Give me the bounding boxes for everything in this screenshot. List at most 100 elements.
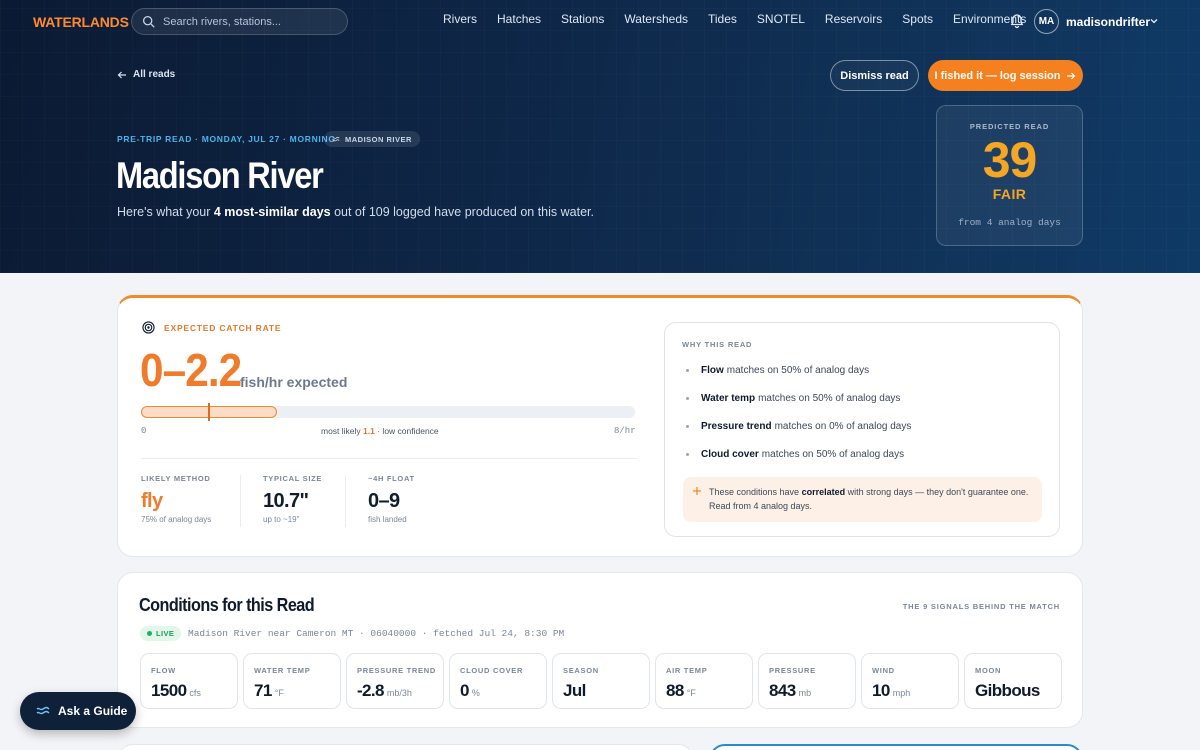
arrow-left-icon bbox=[117, 71, 126, 78]
condition-tile-flow[interactable]: FLOW 1500 cfs bbox=[140, 653, 238, 709]
avatar[interactable]: MA bbox=[1034, 9, 1059, 34]
tile-value: Jul bbox=[563, 681, 649, 701]
nav-link-stations[interactable]: Stations bbox=[561, 12, 604, 26]
condition-tile-pressure[interactable]: PRESSURE 843 mb bbox=[758, 653, 856, 709]
stat-likely-method: LIKELY METHOD fly 75% of analog days bbox=[141, 474, 211, 524]
disclaimer-note: These conditions have correlated with st… bbox=[683, 477, 1042, 522]
river-chip-label: MADISON RIVER bbox=[345, 134, 412, 144]
stat-sub: up to ~19" bbox=[263, 515, 300, 524]
stat-value: fly bbox=[141, 490, 163, 512]
nav-link-snotel[interactable]: SNOTEL bbox=[757, 12, 805, 26]
condition-tile-water-temp[interactable]: WATER TEMP 71 °F bbox=[243, 653, 341, 709]
tile-unit: °F bbox=[686, 688, 696, 698]
target-icon bbox=[142, 321, 155, 334]
tile-value: Gibbous bbox=[975, 681, 1061, 701]
tile-unit: °F bbox=[274, 688, 284, 698]
tile-number: 843 bbox=[769, 681, 796, 700]
bullet-icon bbox=[686, 425, 689, 428]
most-likely-label: most likely 1.1 · low confidence bbox=[321, 426, 439, 436]
divider bbox=[345, 475, 346, 527]
back-link[interactable]: All reads bbox=[117, 69, 175, 80]
tile-label: CLOUD COVER bbox=[460, 666, 524, 675]
wave-icon bbox=[36, 706, 50, 715]
next-card-right bbox=[709, 744, 1083, 750]
stat-value: 0–9 bbox=[368, 490, 400, 512]
bullet-icon bbox=[686, 397, 689, 400]
tile-number: Gibbous bbox=[975, 681, 1040, 700]
dismiss-read-button[interactable]: Dismiss read bbox=[830, 60, 919, 91]
tile-value: -2.8 mb/3h bbox=[357, 681, 443, 701]
wave-icon bbox=[332, 136, 340, 142]
ask-guide-label: Ask a Guide bbox=[58, 704, 128, 718]
predicted-grade: FAIR bbox=[992, 186, 1027, 202]
why-this-read-panel: WHY THIS READ Flow matches on 50% of anal… bbox=[664, 322, 1060, 537]
condition-tile-air-temp[interactable]: AIR TEMP 88 °F bbox=[655, 653, 753, 709]
tile-value: 88 °F bbox=[666, 681, 752, 701]
tile-number: 10 bbox=[872, 681, 890, 700]
condition-tile-wind[interactable]: WIND 10 mph bbox=[861, 653, 959, 709]
logo[interactable]: WATERLANDS bbox=[33, 14, 129, 30]
why-row-label: Flow bbox=[701, 365, 724, 376]
bullet-icon bbox=[686, 453, 689, 456]
condition-tile-cloud-cover[interactable]: CLOUD COVER 0% bbox=[449, 653, 547, 709]
subtitle-prefix: Here's what your bbox=[117, 205, 214, 219]
sparkle-icon bbox=[693, 487, 701, 495]
nav-link-hatches[interactable]: Hatches bbox=[497, 12, 541, 26]
predicted-read-card: PREDICTED READ 39 FAIR from 4 analog day… bbox=[936, 105, 1083, 246]
username[interactable]: madisondrifter bbox=[1066, 15, 1150, 29]
live-dot-icon bbox=[147, 631, 152, 636]
tile-number: 71 bbox=[254, 681, 272, 700]
tile-label: FLOW bbox=[151, 666, 176, 675]
conditions-card: Conditions for this Read THE 9 SIGNALS B… bbox=[117, 572, 1083, 728]
catch-rate-value: 0–2.2 bbox=[140, 344, 242, 396]
stat-label: LIKELY METHOD bbox=[141, 474, 211, 483]
tile-number: Jul bbox=[563, 681, 586, 700]
tile-number: 1500 bbox=[151, 681, 187, 700]
why-row: Flow matches on 50% of analog days bbox=[686, 365, 869, 376]
why-row: Cloud cover matches on 50% of analog days bbox=[686, 449, 904, 460]
search-input[interactable] bbox=[163, 15, 343, 28]
river-chip[interactable]: MADISON RIVER bbox=[324, 131, 420, 147]
nav-link-reservoirs[interactable]: Reservoirs bbox=[825, 12, 882, 26]
chevron-down-icon[interactable] bbox=[1148, 15, 1160, 27]
log-session-button[interactable]: I fished it — log session bbox=[928, 60, 1083, 91]
conditions-title: Conditions for this Read bbox=[139, 595, 315, 615]
divider bbox=[240, 475, 241, 527]
catch-rate-header: EXPECTED CATCH RATE bbox=[142, 321, 281, 334]
stat-sub: fish landed bbox=[368, 515, 407, 524]
note-prefix: These conditions have bbox=[709, 487, 802, 497]
ask-guide-button[interactable]: Ask a Guide bbox=[20, 692, 136, 730]
tile-label: PRESSURE TREND bbox=[357, 666, 436, 675]
subtitle-bold: 4 most-similar days bbox=[213, 205, 331, 219]
stat-typical-size: TYPICAL SIZE 10.7" up to ~19" bbox=[263, 474, 322, 524]
condition-tile-moon[interactable]: MOON Gibbous bbox=[964, 653, 1062, 709]
catch-rate-header-label: EXPECTED CATCH RATE bbox=[164, 322, 282, 333]
tile-unit: mb/3h bbox=[386, 688, 412, 698]
predicted-from: from 4 analog days bbox=[958, 217, 1061, 228]
why-row: Water temp matches on 50% of analog days bbox=[686, 393, 900, 404]
predicted-read-label: PREDICTED READ bbox=[969, 122, 1050, 131]
tile-value: 843 mb bbox=[769, 681, 855, 701]
nav-link-rivers[interactable]: Rivers bbox=[443, 12, 477, 26]
tile-number: -2.8 bbox=[357, 681, 385, 700]
tile-unit: mb bbox=[798, 688, 812, 698]
condition-tile-season[interactable]: SEASON Jul bbox=[552, 653, 650, 709]
tile-number: 88 bbox=[666, 681, 684, 700]
why-row-label: Pressure trend bbox=[701, 421, 772, 432]
bell-icon[interactable] bbox=[1009, 13, 1025, 29]
range-min-label: 0 bbox=[141, 426, 147, 436]
top-nav: WATERLANDS Rivers Hatches Stations Water… bbox=[0, 0, 1200, 44]
search-bar[interactable] bbox=[131, 8, 348, 35]
nav-link-tides[interactable]: Tides bbox=[708, 12, 737, 26]
conditions-source: Madison River near Cameron MT · 06040000… bbox=[188, 628, 565, 639]
condition-tile-pressure-trend[interactable]: PRESSURE TREND -2.8 mb/3h bbox=[346, 653, 444, 709]
most-likely-suffix: · low confidence bbox=[374, 426, 439, 436]
most-likely-value: 1.1 bbox=[363, 426, 375, 436]
tile-label: AIR TEMP bbox=[666, 666, 708, 675]
conditions-tiles: FLOW 1500 cfs WATER TEMP 71 °F PRESSURE TREN… bbox=[140, 653, 1062, 709]
stat-label: TYPICAL SIZE bbox=[263, 474, 323, 483]
nav-link-spots[interactable]: Spots bbox=[902, 12, 933, 26]
divider bbox=[141, 458, 637, 459]
nav-link-watersheds[interactable]: Watersheds bbox=[624, 12, 688, 26]
search-icon bbox=[142, 15, 155, 28]
